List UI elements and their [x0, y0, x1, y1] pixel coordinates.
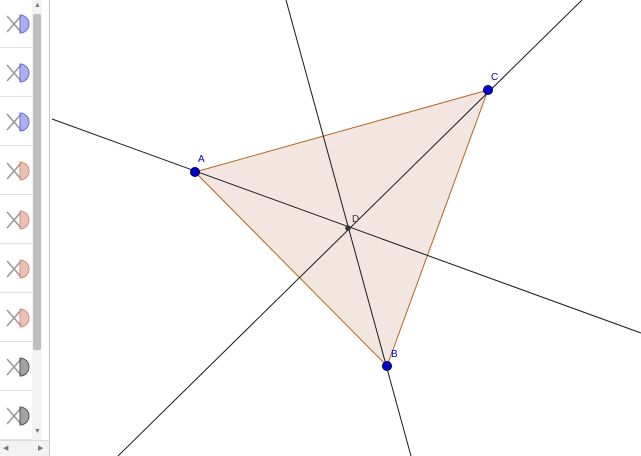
point-c-label: C [491, 72, 498, 83]
construction-canvas[interactable]: A B C D [50, 0, 641, 456]
visibility-toggle-icon[interactable] [4, 355, 30, 379]
algebra-item-row-2[interactable] [0, 49, 32, 97]
algebra-item-row-3[interactable] [0, 98, 32, 146]
algebra-horizontal-scrollbar[interactable]: ◀ ▶ [0, 440, 49, 456]
scroll-right-arrow-icon[interactable]: ▶ [38, 445, 43, 453]
point-a-label: A [198, 154, 205, 165]
visibility-toggle-icon[interactable] [4, 208, 30, 232]
algebra-item-row-9[interactable] [0, 392, 32, 440]
scroll-down-arrow-icon[interactable]: ▼ [34, 428, 41, 436]
visibility-toggle-icon[interactable] [4, 159, 30, 183]
algebra-scrollbar-thumb[interactable] [33, 14, 41, 350]
scroll-left-arrow-icon[interactable]: ◀ [3, 445, 8, 453]
algebra-item-row-5[interactable] [0, 196, 32, 244]
visibility-toggle-icon[interactable] [4, 404, 30, 428]
triangle-abc[interactable] [194, 89, 489, 367]
scroll-up-arrow-icon[interactable]: ▲ [34, 2, 41, 10]
algebra-item-row-7[interactable] [0, 294, 32, 342]
algebra-item-row-6[interactable] [0, 245, 32, 293]
algebra-item-row-4[interactable] [0, 147, 32, 195]
point-b[interactable] [382, 361, 392, 371]
point-d[interactable] [345, 225, 351, 231]
point-c[interactable] [483, 85, 493, 95]
visibility-toggle-icon[interactable] [4, 61, 30, 85]
visibility-toggle-icon[interactable] [4, 110, 30, 134]
point-b-label: B [391, 349, 398, 360]
visibility-toggle-icon[interactable] [4, 257, 30, 281]
algebra-view: ▲ ▼ ◀ ▶ [0, 0, 50, 456]
algebra-item-row-1[interactable] [0, 0, 32, 48]
visibility-toggle-icon[interactable] [4, 12, 30, 36]
graphics-view[interactable]: A B C D [50, 0, 641, 456]
point-a[interactable] [190, 167, 200, 177]
visibility-toggle-icon[interactable] [4, 306, 30, 330]
algebra-item-row-8[interactable] [0, 343, 32, 391]
point-d-label: D [352, 214, 359, 225]
